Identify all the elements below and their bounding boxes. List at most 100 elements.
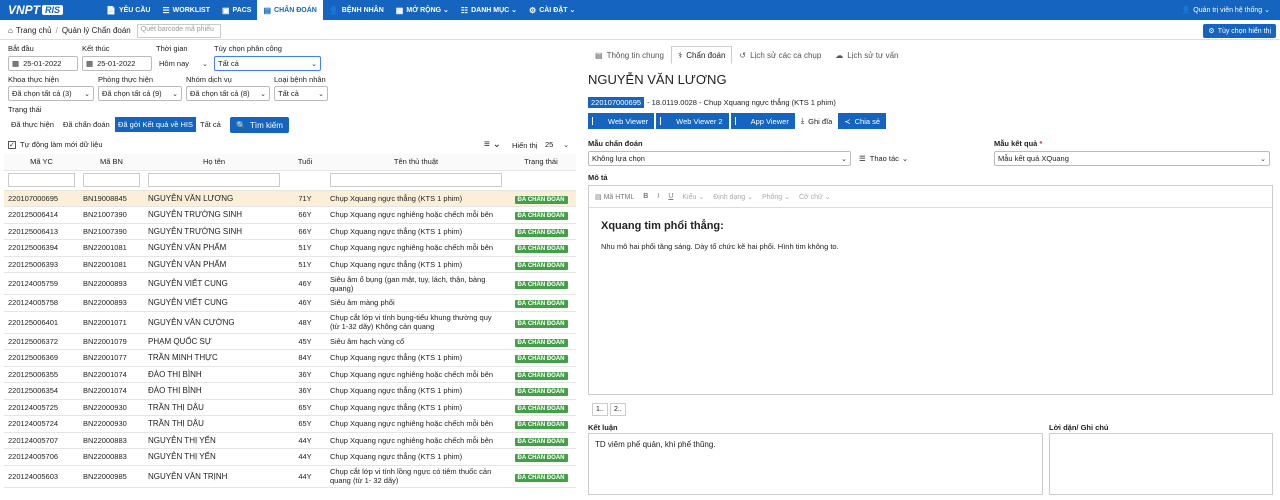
- html-source-button[interactable]: ▤ Mã HTML: [595, 193, 634, 201]
- nav-item-7[interactable]: ⚙ CÀI ĐẶT ⌄: [523, 0, 581, 20]
- table-row[interactable]: 220125006414 BN21007390 NGUYỄN TRƯỜNG SINH…: [4, 206, 576, 224]
- column-header[interactable]: Trạng thái: [506, 154, 576, 171]
- nav-item-6[interactable]: ☷ DANH MỤC ⌄: [455, 0, 523, 20]
- table-row[interactable]: 220125006369 BN22001077 TRẦN MINH THỰC 84Y C…: [4, 349, 576, 367]
- share-button[interactable]: ≺ Chia sẻ: [838, 113, 887, 129]
- format-dropdown[interactable]: Định dạng ⌄: [713, 193, 753, 201]
- nav-icon: ☷: [460, 5, 469, 15]
- table-row[interactable]: 220125006394 BN22001081 NGUYỄN VĂN PHẨM 51Y…: [4, 239, 576, 257]
- table-row[interactable]: 220124005758 BN22000893 NGUYỄN VIẾT CUNG 46…: [4, 294, 576, 312]
- right-panel: ▤ Thông tin chung ⚕ Chẩn đoán ↺ Lịch sử các c…: [588, 40, 1280, 500]
- table-row[interactable]: 220124005707 BN22000883 NGUYỄN THỊ YẾN 44Y C…: [4, 432, 576, 449]
- nav-item-5[interactable]: ▦ MỞ RỘNG ⌄: [390, 0, 455, 20]
- top-navbar: VNPT RIS 📄 YÊU CẦU ☰ WORKLIST ▣ PACS ▤ CHẨN ĐOÁN…: [0, 0, 1280, 20]
- table-cell: 220125006394: [4, 239, 79, 257]
- table-cell: Chụp cắt lớp vi tính bụng-tiểu khung thư…: [326, 311, 506, 334]
- detail-tab-3[interactable]: ☁ Lịch sử tư vấn: [828, 46, 905, 64]
- list-icon[interactable]: ≡ ⌄: [484, 139, 501, 150]
- breadcrumb-home[interactable]: Trang chủ: [16, 26, 52, 35]
- group-select[interactable]: Đã chọn tất cả (8) ⌄: [186, 86, 270, 101]
- nav-item-1[interactable]: ☰ WORKLIST: [156, 0, 216, 20]
- table-row[interactable]: 220124005603 BN22000985 NGUYỄN VĂN TRỊNH 44…: [4, 465, 576, 488]
- search-button[interactable]: 🔍 Tìm kiếm: [230, 117, 289, 133]
- table-row[interactable]: 220125006401 BN22001071 NGUYỄN VĂN CƯỜNG 48…: [4, 311, 576, 334]
- column-header[interactable]: Mã BN: [79, 154, 144, 171]
- editor-content[interactable]: Xquang tim phổi thẳng: Nhu mô hai phổi t…: [589, 208, 1272, 261]
- column-header[interactable]: Mã YC: [4, 154, 79, 171]
- underline-button[interactable]: U: [668, 193, 673, 200]
- column-filter-input[interactable]: [8, 173, 75, 187]
- column-header[interactable]: Tuổi: [284, 154, 326, 171]
- app-logo[interactable]: VNPT RIS: [0, 0, 100, 20]
- table-row[interactable]: 220124005724 BN22000930 TRẦN THỊ DẬU 65Y Chụ…: [4, 415, 576, 433]
- app-viewer-button[interactable]: App Viewer: [730, 113, 795, 129]
- table-cell: Chụp Xquang ngực nghiêng hoặc chếch mỗi …: [326, 432, 506, 449]
- assign-select[interactable]: Tất cả ⌄: [214, 56, 321, 71]
- custom-view-button[interactable]: ⚙ Tùy chọn hiển thị: [1203, 24, 1276, 38]
- time-select[interactable]: Hôm nay ⌄: [156, 56, 211, 71]
- actions-dropdown[interactable]: ☰ Thao tác ⌄: [856, 151, 924, 166]
- italic-button[interactable]: I: [657, 193, 659, 200]
- table-row[interactable]: 220124005759 BN22000893 NGUYỄN VIẾT CUNG 46…: [4, 272, 576, 295]
- detail-tab-0[interactable]: ▤ Thông tin chung: [588, 46, 671, 64]
- table-cell: NGUYỄN THỊ YẾN: [144, 448, 284, 466]
- burn-disc-button[interactable]: ⤓ Ghi đĩa: [797, 113, 837, 129]
- web-viewer-button[interactable]: Web Viewer: [588, 113, 655, 129]
- detail-tab-1[interactable]: ⚕ Chẩn đoán: [670, 46, 733, 64]
- table-cell: 46Y: [284, 294, 326, 312]
- table-row[interactable]: 220107000695 BN19008845 NGUYỄN VĂN LƯƠNG 71…: [4, 190, 576, 207]
- end-date-field[interactable]: ▦ 25-01-2022: [82, 56, 152, 71]
- nav-item-2[interactable]: ▣ PACS: [216, 0, 258, 20]
- diag-template-label: Mẫu chẩn đoán: [588, 139, 643, 148]
- font-dropdown[interactable]: Phông ⌄: [762, 193, 790, 201]
- main-nav: 📄 YÊU CẦU ☰ WORKLIST ▣ PACS ▤ CHẨN ĐOÁN 👤 BỆNH NH…: [100, 0, 581, 20]
- table-row[interactable]: 220125006372 BN22001079 PHẠM QUỐC SỰ 45Y Siê…: [4, 333, 576, 350]
- room-select[interactable]: Đã chọn tất cả (9) ⌄: [98, 86, 182, 101]
- status-tab-all[interactable]: Tất cả: [197, 117, 224, 132]
- conclusion-textarea[interactable]: TD viêm phế quản, khí phế thũng.: [588, 433, 1043, 495]
- status-tab-diagnosed[interactable]: Đã chẩn đoán: [60, 117, 113, 132]
- note-textarea[interactable]: [1049, 433, 1273, 495]
- column-header[interactable]: Họ tên: [144, 154, 284, 171]
- table-cell: NGUYỄN VĂN PHẨM: [144, 256, 284, 273]
- table-cell: BN22001074: [79, 382, 144, 400]
- bold-button[interactable]: B: [643, 193, 648, 200]
- calendar-icon: ▦: [12, 59, 20, 68]
- table-row[interactable]: 220125006413 BN21007390 NGUYỄN TRƯỜNG SINH…: [4, 223, 576, 240]
- nav-item-3[interactable]: ▤ CHẨN ĐOÁN: [257, 0, 323, 20]
- order-id-badge: 220107000695: [588, 97, 645, 108]
- table-row[interactable]: 220124005706 BN22000883 NGUYỄN THỊ YẾN 44Y C…: [4, 448, 576, 466]
- result-template-select[interactable]: Mẫu kết quả XQuang ⌄: [994, 151, 1270, 166]
- page-1-button[interactable]: 1..: [592, 403, 608, 416]
- user-menu[interactable]: 👤 Quản trị viên hệ thống ⌄: [1182, 0, 1270, 20]
- column-filter-input[interactable]: [330, 173, 502, 187]
- status-badge: ĐÃ CHẨN ĐOÁN: [514, 338, 568, 347]
- nav-item-4[interactable]: 👤 BỆNH NHÂN: [323, 0, 390, 20]
- table-row[interactable]: 220125006393 BN22001081 NGUYỄN VĂN PHẨM 51Y…: [4, 256, 576, 273]
- tab-label: Lịch sử các ca chụp: [750, 50, 822, 60]
- column-filter-input[interactable]: [83, 173, 140, 187]
- nav-item-0[interactable]: 📄 YÊU CẦU: [100, 0, 156, 20]
- table-row[interactable]: 220124005725 BN22000930 TRẦN THỊ DẬU 65Y Chụ…: [4, 399, 576, 416]
- diag-template-select[interactable]: Không lựa chọn ⌄: [588, 151, 851, 166]
- style-dropdown[interactable]: Kiểu ⌄: [682, 193, 704, 201]
- size-dropdown[interactable]: Cỡ chữ ⌄: [799, 193, 830, 201]
- desc-label: Mô tả: [588, 173, 608, 182]
- barcode-input[interactable]: Quét barcode mã phiếu: [136, 23, 221, 38]
- ptype-select[interactable]: Tất cả ⌄: [274, 86, 328, 101]
- auto-refresh[interactable]: ✓ Tự động làm mới dữ liệu: [8, 140, 103, 149]
- table-row[interactable]: 220125006354 BN22001074 ĐÀO THỊ BÌNH 36Y Chụ…: [4, 382, 576, 400]
- status-tab-done[interactable]: Đã thực hiện: [8, 117, 57, 132]
- table-row[interactable]: 220125006355 BN22001074 ĐÀO THỊ BÌNH 36Y Chụ…: [4, 366, 576, 383]
- status-badge: ĐÃ CHẨN ĐOÁN: [514, 245, 568, 254]
- page-size-select[interactable]: 25 ⌄: [542, 137, 572, 152]
- dept-select[interactable]: Đã chọn tất cả (3) ⌄: [8, 86, 94, 101]
- column-header[interactable]: Tên thủ thuật: [326, 154, 506, 171]
- status-tab-sent-his[interactable]: Đã gởi Kết quả về HIS: [115, 117, 196, 132]
- rich-text-editor[interactable]: ▤ Mã HTML B I U Kiểu ⌄ Định dạng ⌄ Phông…: [588, 185, 1273, 395]
- page-2-button[interactable]: 2..: [610, 403, 626, 416]
- web-viewer-2-button[interactable]: Web Viewer 2: [656, 113, 729, 129]
- column-filter-input[interactable]: [148, 173, 280, 187]
- detail-tab-2[interactable]: ↺ Lịch sử các ca chụp: [732, 46, 828, 64]
- start-date-field[interactable]: ▦ 25-01-2022: [8, 56, 78, 71]
